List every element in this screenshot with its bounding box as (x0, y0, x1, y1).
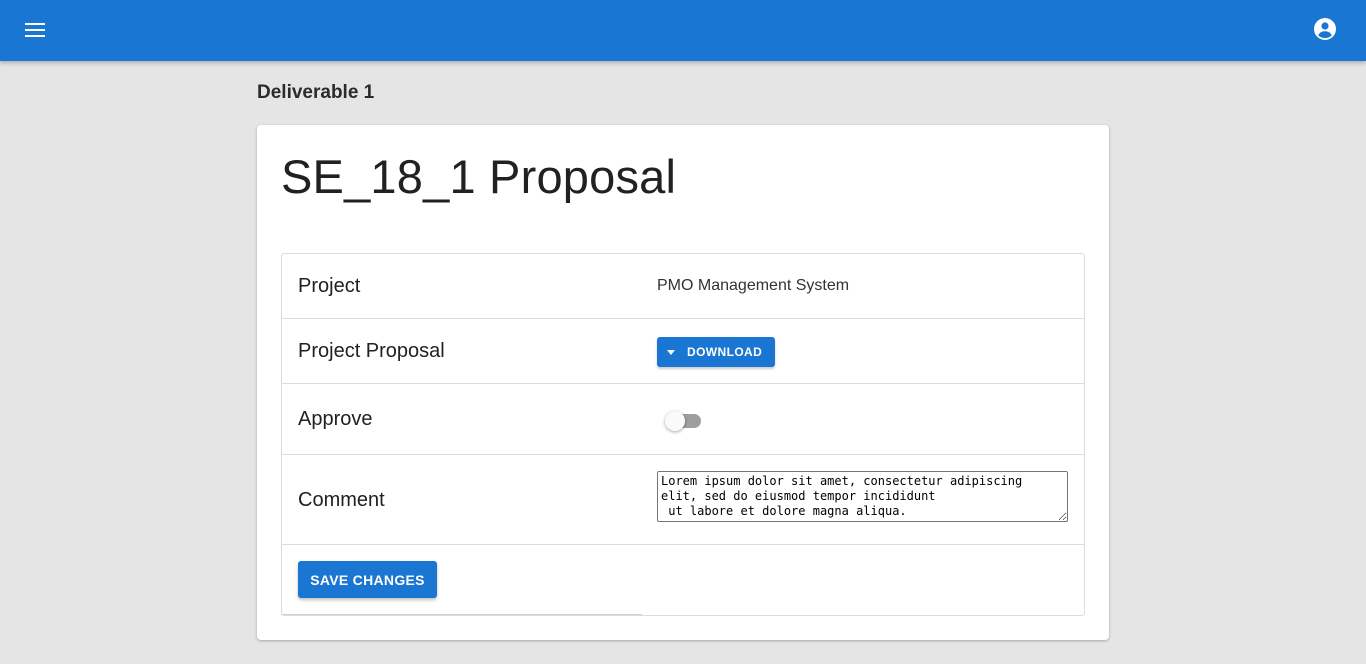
menu-button[interactable] (20, 14, 52, 46)
project-name-value: PMO Management System (657, 277, 850, 294)
row-label-approve: Approve (298, 408, 373, 430)
account-button[interactable] (1309, 13, 1341, 45)
row-label-project: Project (298, 275, 361, 297)
download-button-label: DOWNLOAD (687, 345, 763, 359)
hamburger-menu-icon (25, 23, 45, 37)
comment-textarea[interactable]: Lorem ipsum dolor sit amet, consectetur … (657, 471, 1068, 522)
account-circle-icon (1314, 18, 1336, 40)
deliverable-card: SE_18_1 Proposal Project PMO Management … (257, 125, 1109, 640)
approve-toggle[interactable] (665, 411, 705, 431)
row-label-comment: Comment (298, 489, 385, 511)
row-label-project-proposal: Project Proposal (298, 340, 445, 362)
card-title: SE_18_1 Proposal (281, 150, 677, 203)
details-table: Project PMO Management System Project Pr… (281, 253, 1085, 616)
footer-divider (282, 614, 642, 615)
row-project: Project PMO Management System (282, 254, 1084, 319)
page-heading: Deliverable 1 (257, 82, 375, 103)
arrow-drop-down-icon (667, 349, 675, 355)
row-comment: Comment Lorem ipsum dolor sit amet, cons… (282, 455, 1084, 545)
row-approve: Approve (282, 384, 1084, 455)
row-project-proposal: Project Proposal DOWNLOAD (282, 319, 1084, 384)
save-changes-button[interactable]: SAVE CHANGES (298, 561, 437, 598)
app-bar (0, 0, 1366, 61)
download-button[interactable]: DOWNLOAD (657, 337, 775, 367)
toggle-thumb (665, 411, 685, 431)
